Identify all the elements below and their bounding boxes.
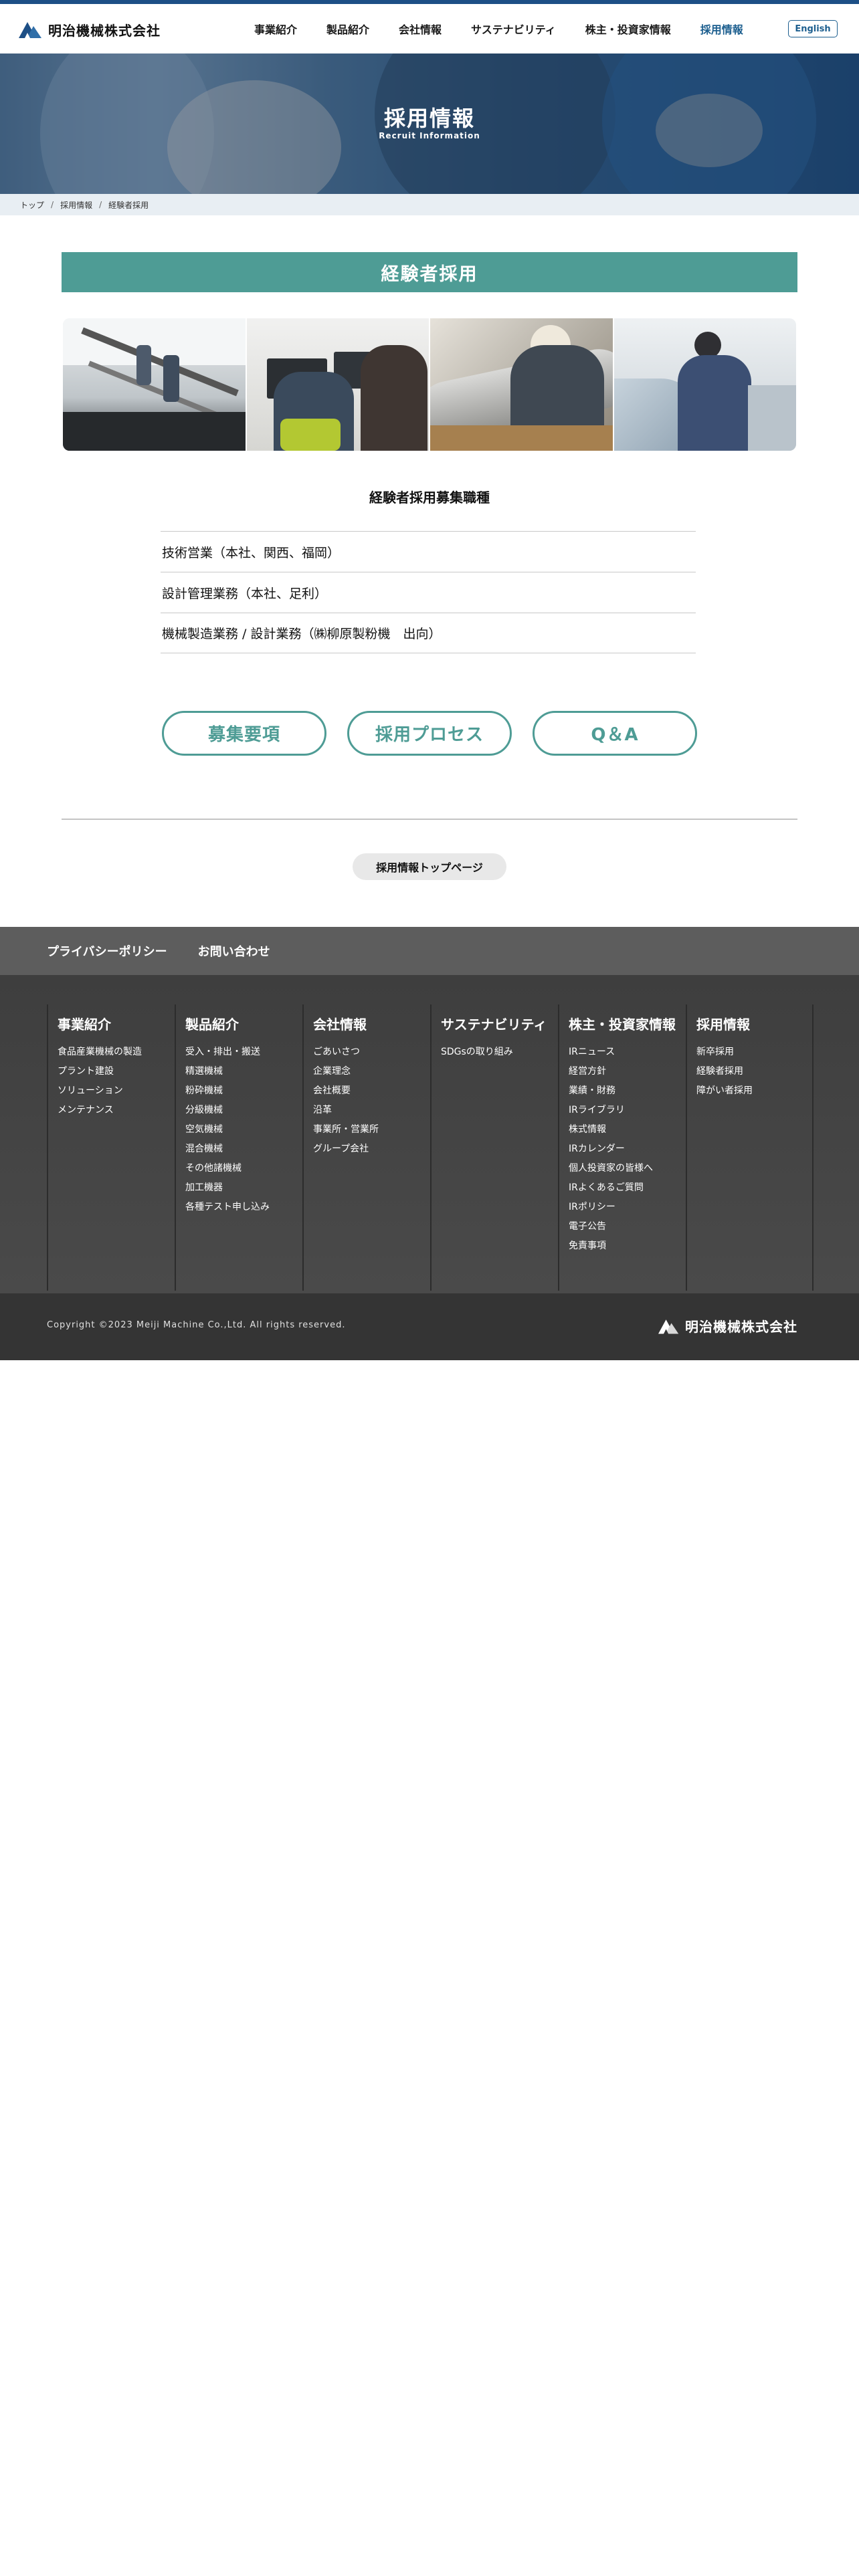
footer-link[interactable]: 免責事項: [569, 1237, 686, 1256]
english-button[interactable]: English: [788, 20, 838, 37]
footer-link[interactable]: 新卒採用: [696, 1043, 812, 1062]
footer-link[interactable]: 沿革: [313, 1101, 430, 1120]
breadcrumb-separator: /: [99, 200, 102, 209]
section-heading: 経験者採用: [62, 252, 797, 292]
job-item: 設計管理業務（本社、足利）: [161, 572, 696, 613]
job-item: 技術営業（本社、関西、福岡）: [161, 531, 696, 572]
footer-columns: 事業紹介 食品産業機械の製造 プラント建設 ソリューション メンテナンス 製品紹…: [47, 1004, 814, 1291]
hero-banner: 採用情報 Recruit Information: [0, 53, 859, 194]
nav-sustainability[interactable]: サステナビリティ: [471, 21, 556, 37]
footer-link[interactable]: IRニュース: [569, 1043, 686, 1062]
footer-col-company: 会社情報 ごあいさつ 企業理念 会社概要 沿革 事業所・営業所 グループ会社: [302, 1004, 430, 1291]
footer-link[interactable]: IRカレンダー: [569, 1140, 686, 1159]
footer-sitemap: 事業紹介 食品産業機械の製造 プラント建設 ソリューション メンテナンス 製品紹…: [0, 975, 859, 1293]
footer-link[interactable]: 食品産業機械の製造: [58, 1043, 175, 1062]
nav-products[interactable]: 製品紹介: [326, 21, 369, 37]
footer-logo[interactable]: 明治機械株式会社: [658, 1316, 797, 1335]
footer-link[interactable]: 受入・排出・搬送: [185, 1043, 302, 1062]
footer-col-title[interactable]: サステナビリティ: [441, 1014, 558, 1033]
jobs-title: 経験者採用募集職種: [369, 490, 490, 506]
footer-link[interactable]: 分級機械: [185, 1101, 302, 1120]
nav-ir[interactable]: 株主・投資家情報: [585, 21, 671, 37]
footer-col-sustainability: サステナビリティ SDGsの取り組み: [430, 1004, 558, 1291]
breadcrumb-top[interactable]: トップ: [20, 199, 44, 211]
footer-link[interactable]: SDGsの取り組み: [441, 1043, 558, 1062]
footer-link[interactable]: グループ会社: [313, 1140, 430, 1159]
copyright-text: Copyright ©2023 Meiji Machine Co.,Ltd. A…: [47, 1320, 346, 1330]
global-nav: 事業紹介 製品紹介 会社情報 サステナビリティ 株主・投資家情報 採用情報: [254, 4, 743, 53]
footer-link[interactable]: 障がい者採用: [696, 1081, 812, 1101]
privacy-policy-link[interactable]: プライバシーポリシー: [47, 942, 167, 960]
nav-business[interactable]: 事業紹介: [254, 21, 297, 37]
footer-link[interactable]: IRライブラリ: [569, 1101, 686, 1120]
footer-col-title[interactable]: 事業紹介: [58, 1014, 175, 1033]
footer-col-title[interactable]: 株主・投資家情報: [569, 1014, 686, 1033]
contact-link[interactable]: お問い合わせ: [198, 942, 270, 960]
site-header: 明治機械株式会社 事業紹介 製品紹介 会社情報 サステナビリティ 株主・投資家情…: [0, 4, 859, 53]
footer-link[interactable]: メンテナンス: [58, 1101, 175, 1120]
footer-col-business: 事業紹介 食品産業機械の製造 プラント建設 ソリューション メンテナンス: [47, 1004, 175, 1291]
copyright-bar: Copyright ©2023 Meiji Machine Co.,Ltd. A…: [0, 1293, 859, 1360]
logo-mark-icon: [658, 1319, 679, 1334]
footer-link[interactable]: IRよくあるご質問: [569, 1178, 686, 1198]
footer-col-ir: 株主・投資家情報 IRニュース 経営方針 業績・財務 IRライブラリ 株式情報 …: [558, 1004, 686, 1291]
site-logo[interactable]: 明治機械株式会社: [19, 20, 161, 39]
breadcrumb-recruit[interactable]: 採用情報: [60, 199, 92, 211]
stairs-workers-photo: [63, 318, 246, 451]
vehicle-check-photo: [612, 318, 796, 451]
breadcrumb: トップ / 採用情報 / 経験者採用: [0, 194, 859, 215]
footer-link[interactable]: ソリューション: [58, 1081, 175, 1101]
footer-link[interactable]: 混合機械: [185, 1140, 302, 1159]
footer-link[interactable]: 各種テスト申し込み: [185, 1198, 302, 1217]
footer-link[interactable]: ごあいさつ: [313, 1043, 430, 1062]
job-item: 機械製造業務 / 設計業務（㈱柳原製粉機 出向）: [161, 613, 696, 653]
footer-link[interactable]: 株式情報: [569, 1120, 686, 1140]
job-list: 技術営業（本社、関西、福岡） 設計管理業務（本社、足利） 機械製造業務 / 設計…: [161, 531, 696, 653]
footer-col-title[interactable]: 製品紹介: [185, 1014, 302, 1033]
requirements-button[interactable]: 募集要項: [162, 711, 326, 756]
footer-col-products: 製品紹介 受入・排出・搬送 精選機械 粉砕機械 分級機械 空気機械 混合機械 そ…: [175, 1004, 302, 1291]
footer-links-bar: プライバシーポリシー お問い合わせ: [0, 927, 859, 975]
qa-button[interactable]: Q＆A: [533, 711, 697, 756]
footer-link[interactable]: 経験者採用: [696, 1062, 812, 1081]
section-divider: [62, 819, 797, 820]
office-desk-photo: [245, 318, 429, 451]
footer-link[interactable]: 会社概要: [313, 1081, 430, 1101]
breadcrumb-separator: /: [51, 200, 54, 209]
footer-link[interactable]: 企業理念: [313, 1062, 430, 1081]
hero-subtitle: Recruit Information: [379, 131, 480, 140]
nav-company[interactable]: 会社情報: [399, 21, 442, 37]
footer-col-title[interactable]: 会社情報: [313, 1014, 430, 1033]
footer-col-recruit: 採用情報 新卒採用 経験者採用 障がい者採用: [686, 1004, 814, 1291]
footer-link[interactable]: 精選機械: [185, 1062, 302, 1081]
footer-col-title[interactable]: 採用情報: [696, 1014, 812, 1033]
machine-inspection-photo: [429, 318, 613, 451]
hero-title: 採用情報: [383, 106, 475, 131]
logo-mark-icon: [19, 22, 41, 38]
footer-link[interactable]: 経営方針: [569, 1062, 686, 1081]
footer-link[interactable]: 事業所・営業所: [313, 1120, 430, 1140]
footer-link[interactable]: IRポリシー: [569, 1198, 686, 1217]
footer-link[interactable]: プラント建設: [58, 1062, 175, 1081]
nav-recruit[interactable]: 採用情報: [700, 21, 743, 37]
recruit-top-button[interactable]: 採用情報トップページ: [353, 853, 506, 880]
footer-logo-text: 明治機械株式会社: [685, 1319, 797, 1335]
footer-link[interactable]: 加工機器: [185, 1178, 302, 1198]
footer-link[interactable]: 電子公告: [569, 1217, 686, 1237]
logo-text: 明治機械株式会社: [48, 22, 161, 39]
footer-link[interactable]: 空気機械: [185, 1120, 302, 1140]
footer-link[interactable]: 個人投資家の皆様へ: [569, 1159, 686, 1178]
process-button[interactable]: 採用プロセス: [347, 711, 512, 756]
footer-link[interactable]: 粉砕機械: [185, 1081, 302, 1101]
photo-strip: [63, 318, 796, 451]
footer-link[interactable]: 業績・財務: [569, 1081, 686, 1101]
breadcrumb-current: 経験者採用: [108, 200, 149, 210]
footer-link[interactable]: その他諸機械: [185, 1159, 302, 1178]
